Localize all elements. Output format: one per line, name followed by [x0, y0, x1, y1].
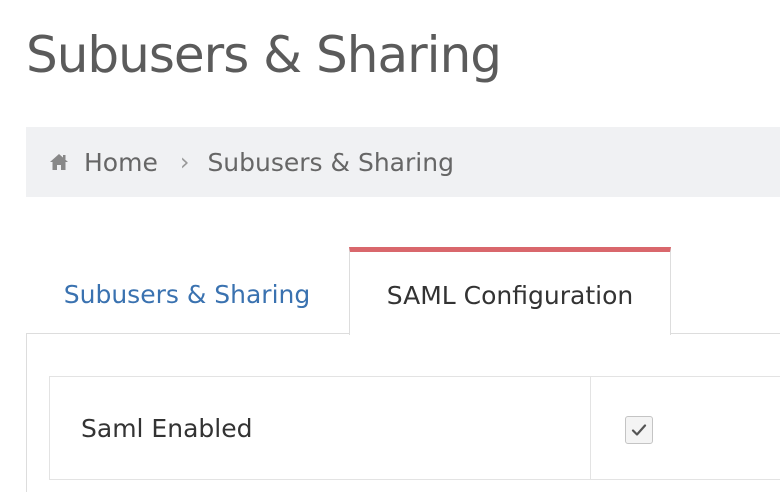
settings-table: Saml Enabled [49, 376, 780, 480]
breadcrumb: Home › Subusers & Sharing [26, 127, 780, 197]
breadcrumb-separator: › [179, 148, 190, 176]
page-title: Subusers & Sharing [26, 26, 502, 84]
table-row: Saml Enabled [49, 376, 780, 480]
tab-label: SAML Configuration [386, 280, 634, 310]
checkmark-icon [631, 424, 647, 436]
tab-panel-saml: Saml Enabled [26, 334, 780, 492]
setting-label: Saml Enabled [49, 376, 591, 480]
saml-enabled-checkbox[interactable] [625, 416, 653, 444]
home-icon[interactable] [48, 151, 70, 173]
page: Subusers & Sharing Home › Subusers & Sha… [0, 0, 780, 492]
tab-bar: Subusers & Sharing SAML Configuration [26, 247, 780, 335]
tab-saml-configuration[interactable]: SAML Configuration [349, 247, 671, 335]
tab-subusers-sharing[interactable]: Subusers & Sharing [26, 247, 348, 334]
breadcrumb-current: Subusers & Sharing [207, 147, 454, 177]
setting-value-cell [590, 376, 780, 480]
tab-label: Subusers & Sharing [63, 280, 311, 309]
breadcrumb-home-link[interactable]: Home [84, 148, 158, 177]
